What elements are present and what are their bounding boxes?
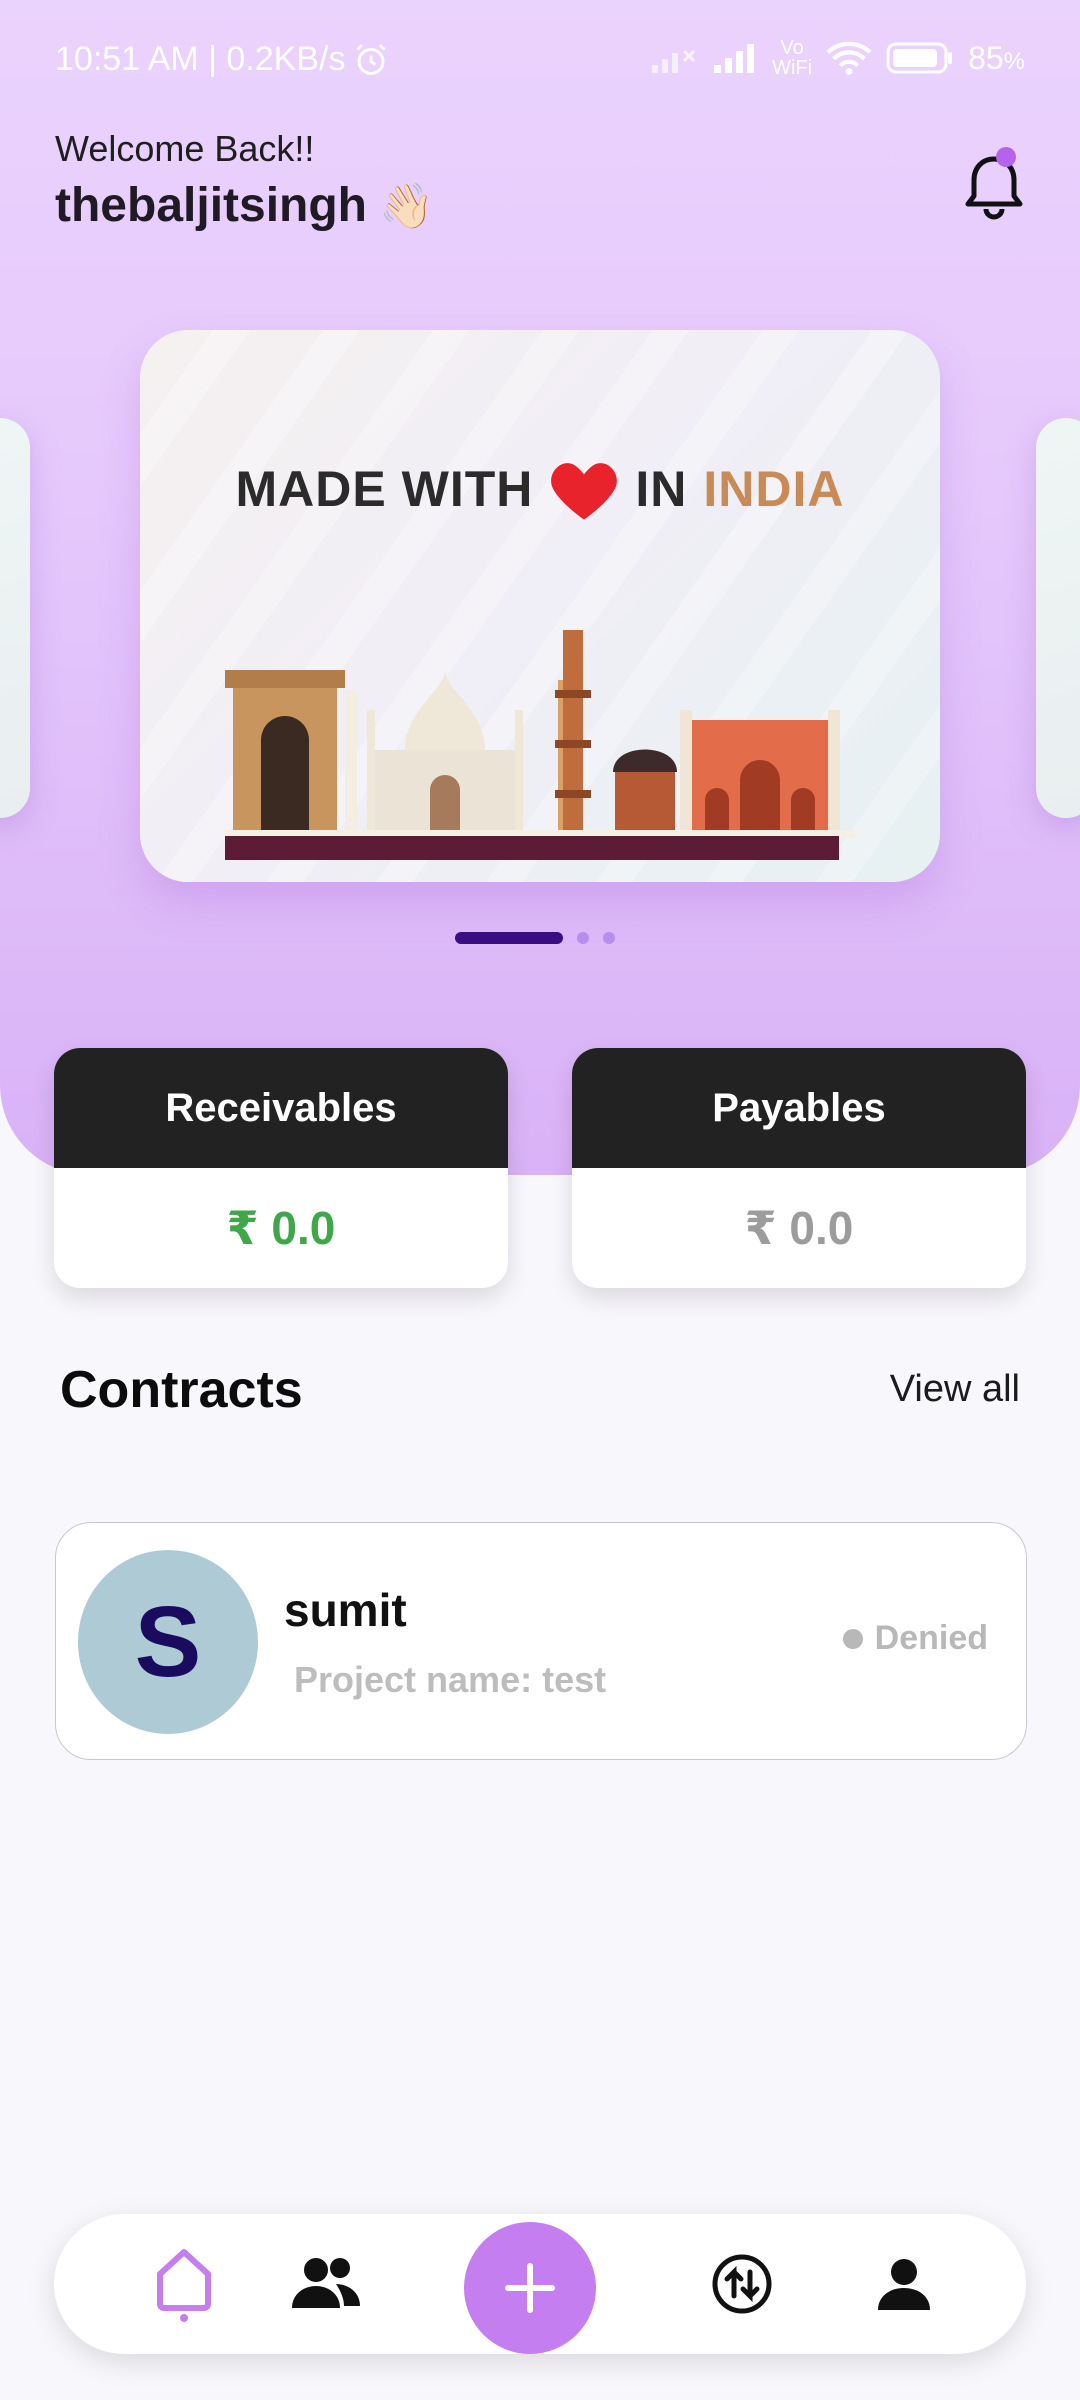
carousel-dot[interactable] (603, 932, 615, 944)
status-dot-icon (842, 1628, 863, 1649)
exchange-icon (712, 2254, 772, 2314)
avatar: S (78, 1550, 258, 1734)
username-row: thebaljitsingh 👋🏻 (55, 178, 434, 233)
heart-icon (551, 463, 618, 520)
profile-icon (878, 2259, 930, 2310)
battery-icon (886, 42, 953, 74)
nav-contacts[interactable] (286, 2244, 366, 2324)
notification-bell-icon[interactable] (958, 145, 1030, 225)
contract-party-name: sumit (284, 1584, 407, 1636)
home-icon (157, 2249, 211, 2322)
status-badge: Denied (842, 1619, 988, 1658)
status-text: Denied (874, 1619, 988, 1657)
india-monuments-illustration (225, 630, 855, 860)
carousel-indicator[interactable] (455, 932, 615, 944)
vowifi-label: Vo WiFi (772, 37, 813, 79)
welcome-text: Welcome Back!! (55, 128, 315, 169)
payables-label: Payables (572, 1048, 1026, 1168)
status-bar: 10:51 AM | 0.2KB/s Vo WiFi 85% (0, 0, 1080, 120)
banner-title: MADE WITH IN INDIA (140, 458, 940, 520)
nav-profile[interactable] (864, 2244, 944, 2324)
carousel-dot[interactable] (577, 932, 589, 944)
username: thebaljitsingh (55, 179, 367, 232)
receivables-label: Receivables (54, 1048, 508, 1168)
receivables-card[interactable]: Receivables ₹ 0.0 (54, 1048, 508, 1288)
promo-banner[interactable]: MADE WITH IN INDIA (140, 330, 940, 882)
contract-list-item[interactable]: S sumit Project name: test Denied (55, 1522, 1027, 1760)
status-icons: Vo WiFi 85% (650, 38, 1025, 78)
contracts-title: Contracts (60, 1361, 303, 1419)
status-time-text: 10:51 AM | 0.2KB/s (55, 40, 346, 78)
battery-percent: 85% (968, 39, 1025, 76)
payables-value: ₹ 0.0 (744, 1202, 854, 1254)
add-button[interactable] (464, 2222, 596, 2354)
wave-emoji: 👋🏻 (379, 181, 434, 231)
signal-strong-icon (714, 44, 755, 73)
banner-title-in: IN (635, 461, 688, 517)
carousel-next-card[interactable] (1036, 418, 1080, 818)
carousel-dot-active[interactable] (455, 932, 563, 944)
carousel-prev-card[interactable] (0, 418, 30, 818)
status-time-speed: 10:51 AM | 0.2KB/s (55, 40, 389, 79)
banner-title-india: INDIA (703, 461, 845, 517)
bottom-navigation (54, 2214, 1026, 2354)
people-icon (292, 2258, 360, 2308)
signal-weak-icon (652, 49, 696, 73)
view-all-link[interactable]: View all (890, 1368, 1020, 1411)
nav-home[interactable] (144, 2244, 224, 2324)
home-screen: 10:51 AM | 0.2KB/s Vo WiFi 85% Welcome B… (0, 0, 1080, 2400)
add-icon (505, 2263, 555, 2313)
payables-card[interactable]: Payables ₹ 0.0 (572, 1048, 1026, 1288)
contract-project-name: Project name: test (294, 1659, 607, 1700)
wifi-icon (826, 41, 872, 75)
nav-transactions[interactable] (702, 2244, 782, 2324)
alarm-icon (356, 43, 387, 75)
receivables-value: ₹ 0.0 (226, 1202, 336, 1254)
banner-title-made-with: MADE WITH (235, 461, 534, 517)
